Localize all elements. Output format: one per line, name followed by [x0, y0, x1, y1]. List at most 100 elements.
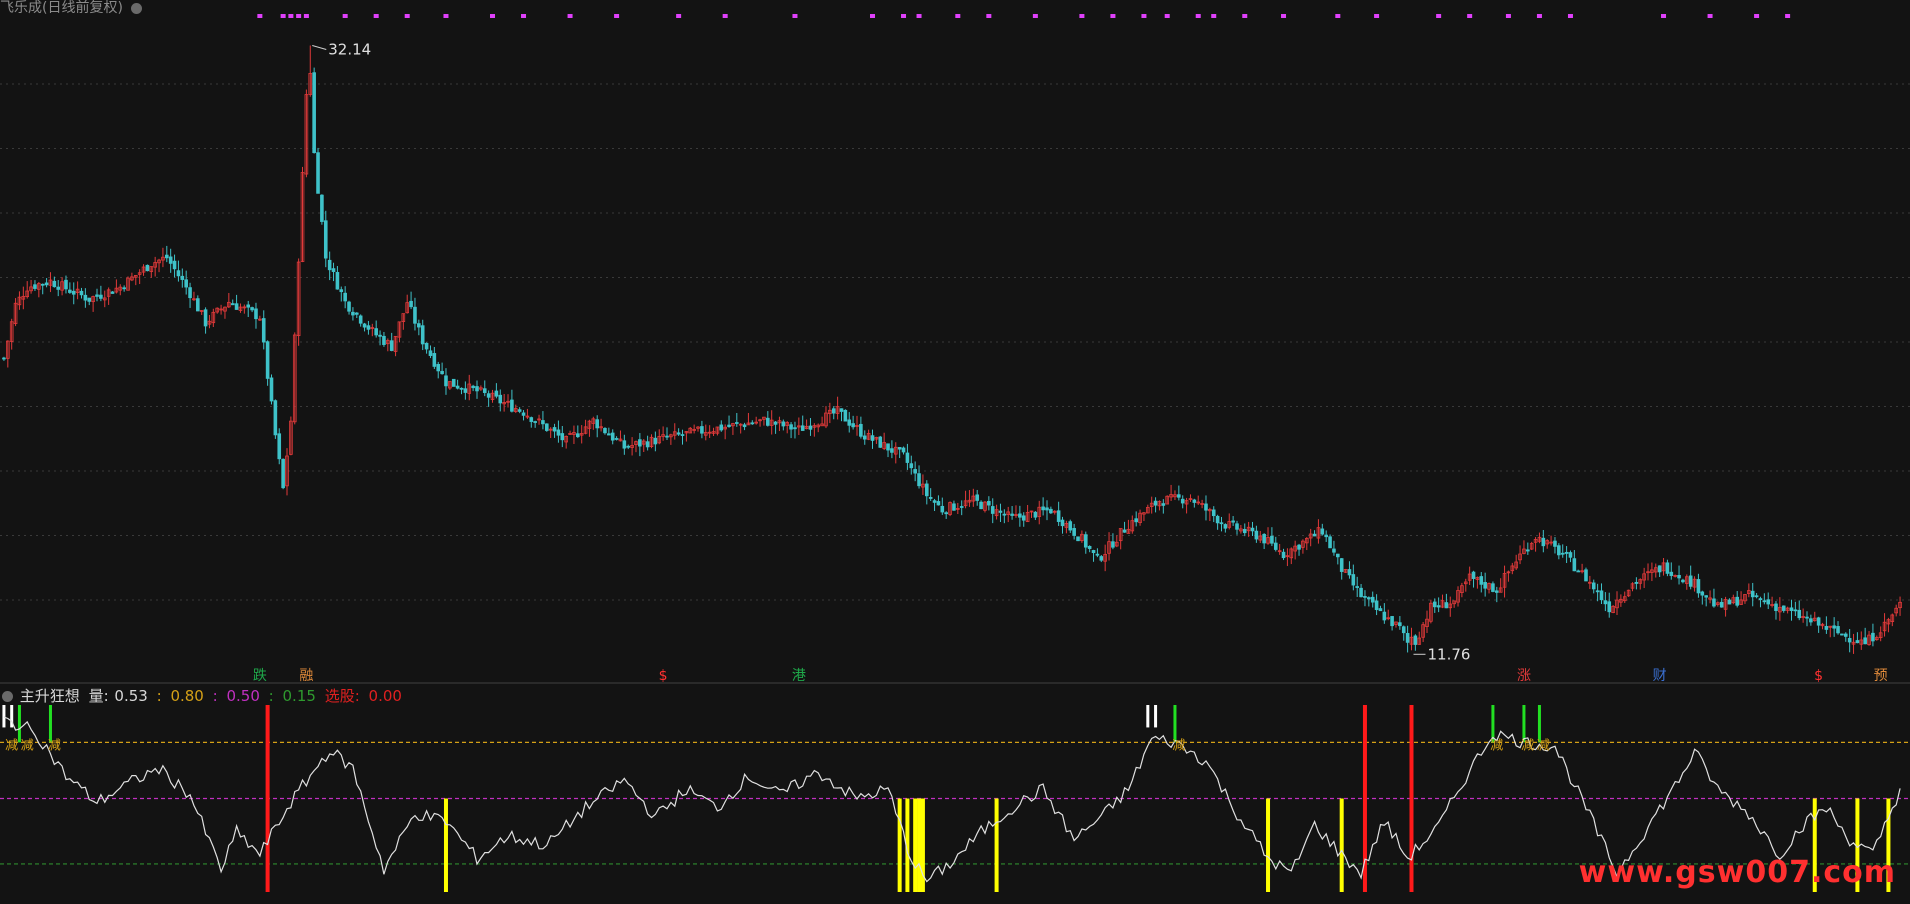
- green-signal-bar: [1537, 705, 1541, 743]
- candle-body: [1843, 633, 1848, 637]
- candle-body: [1836, 626, 1840, 634]
- candle-body: [486, 393, 491, 398]
- candle-body: [335, 272, 340, 290]
- event-tag: 港: [792, 668, 806, 684]
- candle-body: [339, 289, 344, 293]
- candle-body: [1572, 558, 1577, 572]
- candle-body: [1076, 536, 1080, 542]
- yellow-signal-bar: [443, 798, 448, 892]
- candle-body: [1712, 598, 1716, 607]
- candle-body: [1847, 638, 1852, 643]
- candle-body: [1091, 550, 1096, 554]
- candle-body: [1735, 596, 1740, 606]
- buy-dot: [1505, 14, 1511, 18]
- candle-body: [1378, 608, 1383, 612]
- candle-body: [510, 399, 514, 412]
- candle-body: [1273, 542, 1278, 550]
- reduce-marker: 减: [1490, 738, 1503, 753]
- candle-body: [1223, 524, 1228, 529]
- event-tags[interactable]: 跌 融 $ 港 涨 财 $ 预: [253, 668, 1888, 684]
- candle-body: [1398, 622, 1402, 627]
- candle-body: [498, 394, 503, 404]
- settings-icon[interactable]: [131, 2, 143, 14]
- candle-body: [40, 283, 45, 286]
- candle-body: [176, 270, 181, 277]
- candle-body: [1863, 637, 1867, 645]
- candle-body: [1576, 570, 1581, 573]
- candle-body: [1634, 582, 1639, 584]
- candle-body: [1758, 598, 1763, 601]
- candle-body: [1840, 633, 1844, 636]
- candle-body: [839, 408, 844, 412]
- candle-body: [1584, 569, 1588, 582]
- candle-body: [1328, 536, 1332, 549]
- candle-body: [494, 390, 499, 397]
- indicator-levels: [0, 741, 1910, 865]
- candle-body: [750, 422, 755, 425]
- yellow-signal-bar: [897, 798, 902, 892]
- candle-body: [1262, 533, 1266, 544]
- candle-body: [1805, 616, 1809, 619]
- candle-body: [1494, 590, 1499, 593]
- stock-chart[interactable]: 32.14 11.76 跌融 $ 港涨财 $ 预 减减减减减减减 飞乐成(日线前复权) 主…: [0, 0, 1910, 900]
- buy-dot: [521, 14, 527, 18]
- candle-body: [83, 294, 88, 301]
- buy-dot: [1079, 14, 1085, 18]
- high-price-label: 32.14: [328, 41, 371, 59]
- candle-body: [1153, 500, 1158, 506]
- candle-body: [1324, 534, 1328, 538]
- white-signal-bar: [2, 705, 6, 728]
- buy-dot: [280, 14, 286, 18]
- candle-body: [323, 220, 328, 259]
- candle-body: [122, 287, 126, 290]
- candle-body: [428, 350, 433, 356]
- candle-body: [1374, 600, 1379, 610]
- indicator-level-mid: 0.50: [226, 687, 260, 705]
- candle-body: [886, 443, 890, 451]
- candle-body: [1056, 510, 1061, 522]
- candle-body: [455, 385, 460, 389]
- buy-dot: [490, 14, 496, 18]
- candle-body: [843, 409, 848, 422]
- indicator-header: 主升狂想 量: 0.53 : 0.80 : 0.50 : 0.15 选股: 0.…: [2, 685, 406, 706]
- candle-body: [959, 506, 964, 508]
- buy-dot: [257, 14, 263, 18]
- candle-body: [742, 424, 747, 428]
- chart-title: 飞乐成(日线前复权): [0, 0, 123, 16]
- candle-body: [1669, 571, 1674, 576]
- buy-dot: [1335, 14, 1341, 18]
- candle-body: [420, 325, 425, 345]
- yellow-signal-bar: [1266, 798, 1271, 892]
- grid-lines: [0, 83, 1910, 684]
- buy-dot: [1141, 14, 1147, 18]
- candle-body: [1339, 558, 1344, 572]
- candle-body: [556, 429, 561, 436]
- candle-body: [444, 375, 448, 387]
- buy-dot: [722, 14, 728, 18]
- candle-body: [987, 500, 991, 506]
- reduce-markers: 减减减减减减减: [5, 738, 1550, 753]
- reduce-marker: 减: [1172, 738, 1185, 753]
- candle-body: [1049, 508, 1053, 514]
- candlestick-series[interactable]: [2, 45, 1902, 654]
- candle-body: [1041, 506, 1045, 511]
- candle-body: [928, 497, 933, 499]
- candle-body: [269, 377, 274, 402]
- candle-body: [1797, 609, 1802, 619]
- candle-body: [203, 309, 208, 327]
- buy-dot: [614, 14, 620, 18]
- buy-dot: [1785, 14, 1791, 18]
- candle-body: [645, 441, 650, 448]
- candle-body: [1332, 548, 1336, 553]
- candle-body: [2, 357, 6, 360]
- candle-body: [890, 448, 894, 453]
- chart-canvas[interactable]: 32.1411.76 跌融 $ 港涨财 $ 预 减减减减减减减: [0, 0, 1910, 900]
- candle-body: [1281, 551, 1286, 559]
- reduce-marker: 减: [48, 738, 61, 753]
- candle-body: [180, 275, 185, 280]
- candle-body: [451, 378, 456, 387]
- candle-body: [56, 286, 61, 290]
- indicator-name: 主升狂想: [19, 687, 80, 705]
- indicator-settings-icon[interactable]: [2, 691, 13, 702]
- candle-body: [188, 287, 192, 299]
